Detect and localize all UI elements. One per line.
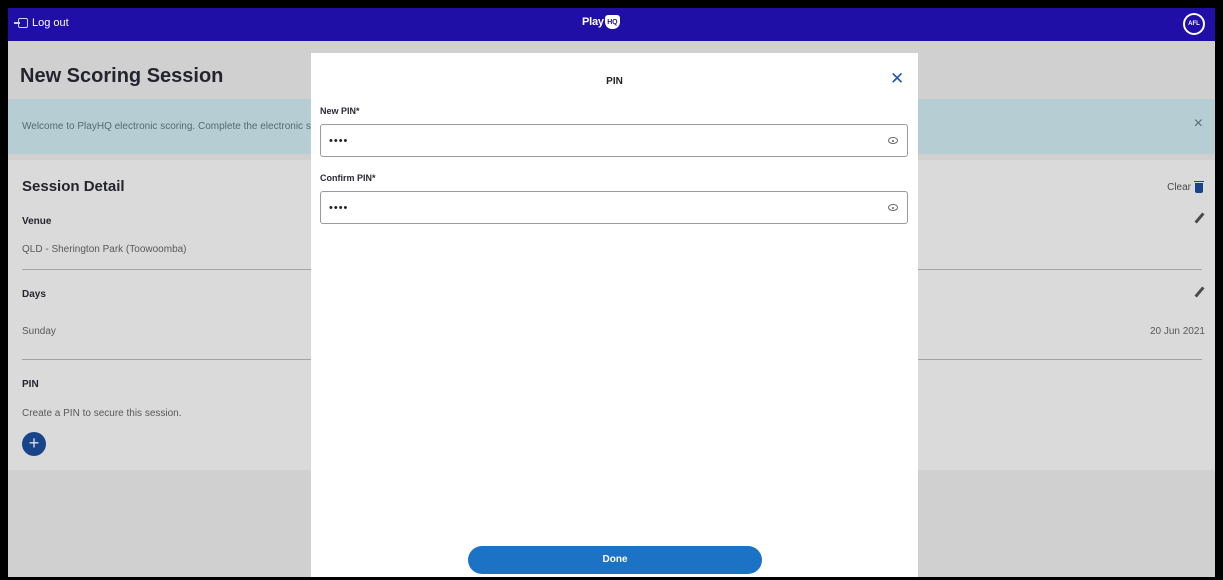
brand-logo: Play HQ bbox=[582, 15, 620, 29]
pencil-icon[interactable] bbox=[1194, 286, 1205, 298]
day-name: Sunday bbox=[22, 326, 56, 337]
brand-shield-icon: HQ bbox=[604, 15, 620, 29]
pin-hint: Create a PIN to secure this session. bbox=[22, 408, 182, 419]
top-bar: Log out Play HQ AFL bbox=[8, 8, 1215, 41]
app-frame: Log out Play HQ AFL New Scoring Session … bbox=[8, 8, 1215, 577]
page-title: New Scoring Session bbox=[20, 65, 224, 87]
pin-modal: PIN ✕ New PIN* Confirm PIN* Done bbox=[311, 53, 918, 577]
confirm-pin-label: Confirm PIN* bbox=[320, 173, 376, 183]
logout-label: Log out bbox=[32, 17, 69, 29]
banner-close-icon[interactable]: × bbox=[1194, 115, 1203, 133]
new-pin-label: New PIN* bbox=[320, 106, 360, 116]
clear-button[interactable]: Clear bbox=[1167, 180, 1204, 193]
new-pin-field[interactable] bbox=[320, 124, 908, 157]
clear-label: Clear bbox=[1167, 182, 1191, 193]
session-detail-title: Session Detail bbox=[22, 178, 125, 195]
afl-logo-icon: AFL bbox=[1185, 15, 1203, 33]
banner-text: Welcome to PlayHQ electronic scoring. Co… bbox=[22, 121, 311, 132]
new-pin-input[interactable] bbox=[329, 133, 849, 149]
close-icon[interactable]: ✕ bbox=[890, 70, 904, 87]
eye-icon[interactable] bbox=[888, 137, 898, 144]
venue-label: Venue bbox=[22, 216, 52, 227]
confirm-pin-field[interactable] bbox=[320, 191, 908, 224]
plus-icon: + bbox=[28, 433, 40, 453]
brand-text: Play bbox=[582, 16, 604, 28]
day-date: 20 Jun 2021 bbox=[1149, 326, 1205, 337]
done-button[interactable]: Done bbox=[468, 546, 762, 574]
confirm-pin-input[interactable] bbox=[329, 200, 849, 216]
add-pin-button[interactable]: + bbox=[22, 432, 46, 456]
logout-icon bbox=[14, 18, 28, 28]
trash-icon bbox=[1194, 180, 1204, 193]
days-label: Days bbox=[22, 289, 46, 300]
venue-value: QLD - Sherington Park (Toowoomba) bbox=[22, 244, 187, 255]
modal-title: PIN bbox=[606, 76, 623, 87]
logout-button[interactable]: Log out bbox=[14, 17, 69, 29]
pencil-icon[interactable] bbox=[1194, 212, 1205, 224]
pin-label: PIN bbox=[22, 379, 39, 390]
partner-logo[interactable]: AFL bbox=[1183, 13, 1205, 35]
eye-icon[interactable] bbox=[888, 204, 898, 211]
